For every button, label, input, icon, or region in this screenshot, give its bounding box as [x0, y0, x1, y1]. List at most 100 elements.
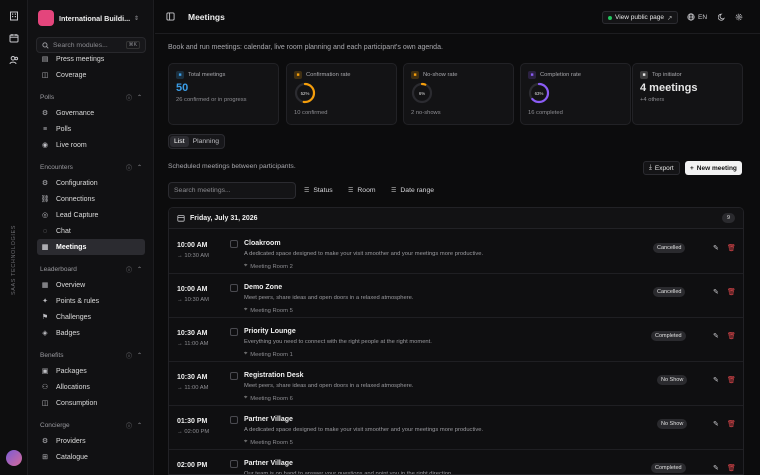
trash-icon[interactable]: 🗑 — [727, 376, 736, 384]
gear-icon: ⚙ — [41, 110, 49, 117]
trash-icon[interactable]: 🗑 — [727, 244, 736, 252]
meeting-start-time: 01:30 PM — [177, 418, 208, 425]
sidebar-item-packages[interactable]: ▣ Packages — [37, 363, 145, 379]
sidebar-item-allocations[interactable]: ⚇ Allocations — [37, 379, 145, 395]
meeting-end-time: → 10:30 AM — [177, 253, 209, 259]
moon-icon[interactable] — [717, 13, 726, 23]
meeting-checkbox[interactable] — [230, 372, 238, 380]
list-icon: ≡ — [42, 125, 48, 133]
room-filter-label: Room — [357, 187, 376, 194]
stat-value: 4 meetings — [640, 82, 698, 94]
meeting-search-input[interactable]: Search meetings... — [168, 182, 296, 199]
meeting-description: A dedicated space designed to make your … — [244, 427, 484, 433]
sidebar-section-header[interactable]: Benefits ⓘ ⌃ — [28, 347, 153, 363]
calendar-icon: ▦ — [41, 244, 49, 251]
sidebar-item-badges[interactable]: ◈ Badges — [37, 325, 145, 341]
sidebar-section-header[interactable]: Encounters ⓘ ⌃ — [28, 159, 153, 175]
sidebar-item-providers[interactable]: ⚙ Providers — [37, 433, 145, 449]
edit-icon[interactable]: ✎ — [713, 244, 719, 252]
status-badge: Completed — [651, 463, 686, 473]
date-range-filter[interactable]: ☰ Date range — [391, 187, 434, 194]
sidebar-item-label: Consumption — [56, 399, 98, 407]
info-icon: ⓘ — [125, 353, 132, 360]
info-icon: ⓘ — [125, 165, 132, 172]
meeting-row[interactable]: 10:30 AM → 11:00 AM Registration Desk Meet … — [169, 362, 743, 406]
edit-icon[interactable]: ✎ — [713, 420, 719, 428]
org-name: International Buildi... — [59, 13, 131, 23]
trash-icon[interactable]: 🗑 — [727, 332, 736, 340]
language-switcher[interactable]: EN — [687, 13, 707, 21]
gear-icon[interactable] — [735, 13, 743, 23]
sidebar-section-header[interactable]: Concierge ⓘ ⌃ — [28, 417, 153, 433]
sidebar-item-lead-capture[interactable]: ◎ Lead Capture — [37, 207, 145, 223]
stat-label-text: Total meetings — [188, 72, 226, 78]
sidebar-item-coverage[interactable]: ◫ Coverage — [37, 67, 145, 83]
meeting-checkbox[interactable] — [230, 328, 238, 336]
users-icon[interactable] — [8, 54, 20, 66]
sidebar-section-header[interactable]: Leaderboard ⓘ ⌃ — [28, 261, 153, 277]
export-button[interactable]: ⤓ Export — [643, 161, 680, 175]
grid-icon: ▦ — [41, 282, 49, 289]
trash-icon[interactable]: 🗑 — [727, 288, 736, 296]
chevron-updown-icon: ⇕ — [134, 15, 140, 22]
target-icon: ◎ — [41, 212, 49, 219]
calendar-icon[interactable] — [8, 32, 20, 44]
tab-list[interactable]: List — [170, 136, 189, 147]
meeting-row[interactable]: 10:00 AM → 10:30 AM Demo Zone Meet peers, s… — [169, 274, 743, 318]
avatar[interactable] — [6, 450, 22, 466]
meeting-checkbox[interactable] — [230, 416, 238, 424]
building-icon[interactable] — [8, 10, 20, 22]
meeting-room-label: Meeting Room 5 — [250, 307, 293, 314]
sidebar-item-consumption[interactable]: ◫ Consumption — [37, 395, 145, 411]
sidebar-item-press-meetings[interactable]: ▤ Press meetings — [37, 53, 145, 67]
meeting-checkbox[interactable] — [230, 460, 238, 468]
cart-icon: ⊞ — [42, 454, 48, 461]
meeting-checkbox[interactable] — [230, 284, 238, 292]
org-switcher[interactable]: International Buildi... ⇕ — [38, 8, 146, 28]
meeting-row[interactable]: 10:30 AM → 11:00 AM Priority Lounge Everyth… — [169, 318, 743, 362]
status-badge: No Show — [657, 419, 688, 429]
meeting-start-time: 10:30 AM — [177, 330, 208, 337]
sidebar-item-catalogue[interactable]: ⊞ Catalogue — [37, 449, 145, 465]
sidebar-item-live-room[interactable]: ◉ Live room — [37, 137, 145, 153]
stat-percent: 6% — [418, 90, 426, 96]
edit-icon[interactable]: ✎ — [713, 332, 719, 340]
view-public-page-button[interactable]: View public page ↗ — [602, 11, 679, 24]
sidebar-item-governance[interactable]: ⚙ Governance — [37, 105, 145, 121]
sidebar-item-chat[interactable]: ◌ Chat — [37, 223, 145, 239]
sidebar-item-label: Allocations — [56, 383, 90, 391]
sidebar-item-connections[interactable]: ⛓ Connections — [37, 191, 145, 207]
sidebar-item-polls[interactable]: ≡ Polls — [37, 121, 145, 137]
module-search-input[interactable]: Search modules... ⌘K — [36, 37, 146, 53]
filter-icon: ☰ — [348, 188, 354, 194]
trash-icon[interactable]: 🗑 — [727, 420, 736, 428]
edit-icon[interactable]: ✎ — [713, 288, 719, 296]
tab-planning[interactable]: Planning — [189, 136, 223, 147]
sidebar-item-configuration[interactable]: ⚙ Configuration — [37, 175, 145, 191]
sidebar-item-label: Meetings — [56, 243, 87, 251]
meeting-start-time: 10:30 AM — [177, 374, 208, 381]
sidebar-item-challenges[interactable]: ⚑ Challenges — [37, 309, 145, 325]
trash-icon[interactable]: 🗑 — [727, 464, 736, 472]
edit-icon[interactable]: ✎ — [713, 464, 719, 472]
sidebar-toggle-icon[interactable] — [166, 12, 175, 23]
map-pin-icon: ⌖ — [244, 307, 248, 313]
meeting-title: Registration Desk — [244, 372, 304, 379]
stat-ring: 63% — [528, 82, 550, 104]
meeting-row[interactable]: 02:00 PM Partner Village Our team is on ha… — [169, 450, 743, 474]
sidebar-item-points-rules[interactable]: ✦ Points & rules — [37, 293, 145, 309]
meeting-row[interactable]: 01:30 PM → 02:00 PM Partner Village A dedic… — [169, 406, 743, 450]
sidebar-item-meetings[interactable]: ▦ Meetings — [37, 239, 145, 255]
status-filter[interactable]: ☰ Status — [304, 187, 333, 194]
edit-icon[interactable]: ✎ — [713, 376, 719, 384]
sidebar-item-overview[interactable]: ▦ Overview — [37, 277, 145, 293]
stat-card: ■ Confirmation rate 52% 10 confirmed — [286, 63, 397, 125]
new-meeting-button[interactable]: + New meeting — [685, 161, 742, 175]
meeting-checkbox[interactable] — [230, 240, 238, 248]
room-filter[interactable]: ☰ Room — [348, 187, 376, 194]
star-icon: ✦ — [42, 298, 48, 305]
meeting-row[interactable]: 10:00 AM → 10:30 AM Cloakroom A dedicated s… — [169, 230, 743, 274]
sidebar-section-header[interactable]: Polls ⓘ ⌃ — [28, 89, 153, 105]
filter-icon: ☰ — [304, 188, 310, 194]
info-icon: ⓘ — [125, 95, 132, 102]
